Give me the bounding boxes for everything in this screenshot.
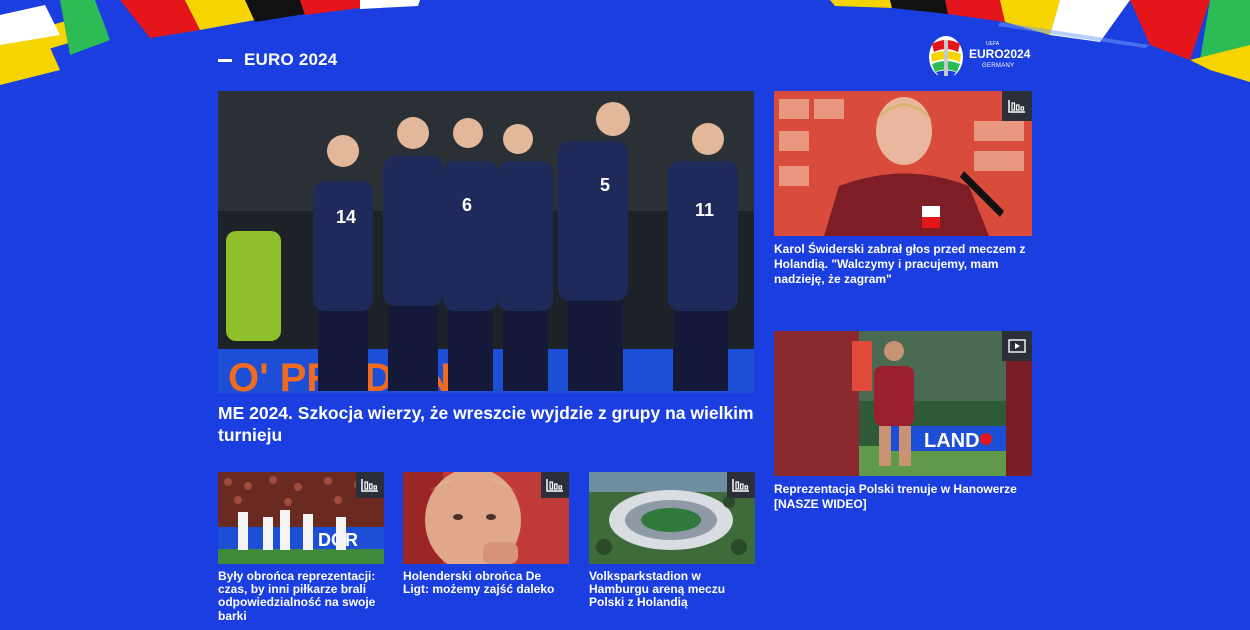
euro2024-logo[interactable]: UEFA EURO2024 GERMANY (928, 34, 1033, 80)
side-article-caption[interactable]: Reprezentacja Polski trenuje w Hanowerze… (774, 482, 1032, 512)
small-article-image[interactable] (403, 472, 569, 564)
small-article-caption[interactable]: Były obrońca reprezentacji: czas, by inn… (218, 569, 384, 623)
svg-text:6: 6 (462, 195, 472, 215)
side-article-image[interactable] (774, 91, 1032, 236)
section-header[interactable]: EURO 2024 (218, 50, 337, 70)
video-icon (1002, 331, 1032, 361)
main-article-caption[interactable]: ME 2024. Szkocja wierzy, że wreszcie wyj… (218, 403, 754, 447)
logo-sub-text: GERMANY (982, 63, 1015, 69)
gallery-icon (541, 472, 569, 498)
small-article[interactable]: Holenderski obrońca De Ligt: możemy zajś… (403, 472, 569, 596)
trophy-logo-icon (929, 36, 963, 78)
gallery-icon (727, 472, 755, 498)
football-team-photo: O' PRADAN... 14 6 5 11 (218, 91, 754, 393)
small-article[interactable]: DOR Były obrońca reprezentacji: czas, by… (218, 472, 384, 623)
gallery-icon (1002, 91, 1032, 121)
main-article[interactable]: O' PRADAN... 14 6 5 11 ME 2024. Szkocja … (218, 91, 754, 447)
side-article-image[interactable]: LAND (774, 331, 1032, 476)
gallery-icon (356, 472, 384, 498)
side-article[interactable]: LAND Reprezentacja Polski trenuje w Hano… (774, 331, 1032, 512)
main-article-image[interactable]: O' PRADAN... 14 6 5 11 (218, 91, 754, 393)
section-title: EURO 2024 (244, 50, 338, 69)
small-article[interactable]: Volksparkstadion w Hamburgu areną meczu … (589, 472, 755, 610)
svg-text:11: 11 (695, 200, 714, 220)
svg-text:14: 14 (336, 207, 356, 227)
press-conference-photo (774, 91, 1032, 236)
svg-text:5: 5 (600, 175, 610, 195)
small-article-image[interactable]: DOR (218, 472, 384, 564)
training-session-photo: LAND (774, 331, 1032, 476)
small-article-caption[interactable]: Holenderski obrońca De Ligt: możemy zajś… (403, 569, 569, 596)
logo-name-text: EURO2024 (969, 47, 1031, 61)
decorative-top-banner (0, 0, 1250, 85)
section-dash (218, 58, 232, 62)
small-article-image[interactable] (589, 472, 755, 564)
small-article-caption[interactable]: Volksparkstadion w Hamburgu areną meczu … (589, 569, 755, 610)
side-article[interactable]: Karol Świderski zabrał głos przed meczem… (774, 91, 1032, 287)
svg-text:LAND: LAND (924, 430, 980, 452)
side-article-caption[interactable]: Karol Świderski zabrał głos przed meczem… (774, 242, 1032, 287)
